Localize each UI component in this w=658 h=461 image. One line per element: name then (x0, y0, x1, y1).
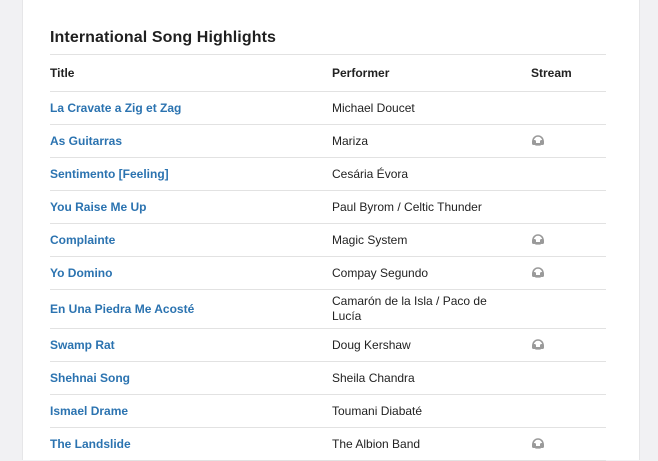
song-title-cell: Yo Domino (50, 256, 332, 290)
song-title-link[interactable]: La Cravate a Zig et Zag (50, 101, 181, 115)
song-title-cell: Shehnai Song (50, 361, 332, 395)
song-title-link[interactable]: Shehnai Song (50, 371, 130, 385)
stream-cell (531, 394, 606, 428)
table-row: En Una Piedra Me Acosté Camarón de la Isl… (50, 289, 606, 329)
song-title-link[interactable]: Swamp Rat (50, 338, 115, 352)
songs-table: Title Performer Stream La Cravate a Zig … (50, 54, 606, 461)
headphones-icon[interactable] (531, 337, 545, 351)
performer-name: Compay Segundo (332, 265, 429, 280)
performer-cell: Camarón de la Isla / Paco de Lucía (332, 289, 531, 329)
stream-cell (531, 157, 606, 191)
performer-name: Cesária Évora (332, 166, 409, 181)
performer-cell: Compay Segundo (332, 256, 531, 290)
performer-cell: Michael Doucet (332, 91, 531, 125)
performer-name: Sheila Chandra (332, 370, 415, 385)
song-title-cell: The Landslide (50, 427, 332, 461)
headphones-icon[interactable] (531, 232, 545, 246)
table-row: Swamp Rat Doug Kershaw (50, 328, 606, 362)
content-card: International Song Highlights Title Perf… (22, 0, 640, 461)
performer-name: Paul Byrom / Celtic Thunder (332, 199, 482, 214)
song-title-link[interactable]: En Una Piedra Me Acosté (50, 302, 194, 316)
song-title-cell: Sentimento [Feeling] (50, 157, 332, 191)
performer-name: Toumani Diabaté (332, 403, 423, 418)
song-title-cell: Swamp Rat (50, 328, 332, 362)
performer-cell: Mariza (332, 124, 531, 158)
headphones-icon[interactable] (531, 133, 545, 147)
headphones-icon[interactable] (531, 265, 545, 279)
stream-cell (531, 361, 606, 395)
song-title-cell: As Guitarras (50, 124, 332, 158)
table-header-row: Title Performer Stream (50, 54, 606, 92)
performer-name: Michael Doucet (332, 100, 415, 115)
stream-cell (531, 328, 606, 362)
song-title-link[interactable]: Ismael Drame (50, 404, 128, 418)
song-title-link[interactable]: Complainte (50, 233, 115, 247)
song-title-cell: Ismael Drame (50, 394, 332, 428)
performer-name: Doug Kershaw (332, 337, 411, 352)
performer-cell: Toumani Diabaté (332, 394, 531, 428)
performer-name: Mariza (332, 133, 369, 148)
performer-cell: Doug Kershaw (332, 328, 531, 362)
song-title-cell: En Una Piedra Me Acosté (50, 289, 332, 329)
headphones-icon[interactable] (531, 436, 545, 450)
table-row: Yo Domino Compay Segundo (50, 256, 606, 290)
performer-name: Camarón de la Isla / Paco de Lucía (332, 294, 487, 323)
stream-cell (531, 223, 606, 257)
song-title-link[interactable]: You Raise Me Up (50, 200, 146, 214)
song-title-cell: La Cravate a Zig et Zag (50, 91, 332, 125)
table-row: As Guitarras Mariza (50, 124, 606, 158)
song-title-link[interactable]: Yo Domino (50, 266, 112, 280)
stream-cell (531, 427, 606, 461)
column-header-performer: Performer (332, 54, 531, 92)
performer-cell: Magic System (332, 223, 531, 257)
song-title-link[interactable]: The Landslide (50, 437, 131, 451)
performer-cell: Sheila Chandra (332, 361, 531, 395)
table-row: The Landslide The Albion Band (50, 427, 606, 461)
stream-cell (531, 256, 606, 290)
table-row: Shehnai Song Sheila Chandra (50, 361, 606, 395)
stream-cell (531, 190, 606, 224)
table-body: La Cravate a Zig et Zag Michael Doucet As … (50, 91, 606, 461)
table-row: Complainte Magic System (50, 223, 606, 257)
song-title-cell: You Raise Me Up (50, 190, 332, 224)
table-row: La Cravate a Zig et Zag Michael Doucet (50, 91, 606, 125)
column-header-stream: Stream (531, 54, 606, 92)
performer-cell: Paul Byrom / Celtic Thunder (332, 190, 531, 224)
song-title-link[interactable]: As Guitarras (50, 134, 122, 148)
performer-name: The Albion Band (332, 436, 421, 451)
performer-cell: Cesária Évora (332, 157, 531, 191)
column-header-title: Title (50, 54, 332, 92)
page-title: International Song Highlights (50, 29, 277, 46)
performer-cell: The Albion Band (332, 427, 531, 461)
table-row: Ismael Drame Toumani Diabaté (50, 394, 606, 428)
table-row: Sentimento [Feeling] Cesária Évora (50, 157, 606, 191)
stream-cell (531, 289, 606, 329)
stream-cell (531, 124, 606, 158)
stream-cell (531, 91, 606, 125)
song-title-link[interactable]: Sentimento [Feeling] (50, 167, 169, 181)
table-row: You Raise Me Up Paul Byrom / Celtic Thund… (50, 190, 606, 224)
performer-name: Magic System (332, 232, 408, 247)
song-title-cell: Complainte (50, 223, 332, 257)
